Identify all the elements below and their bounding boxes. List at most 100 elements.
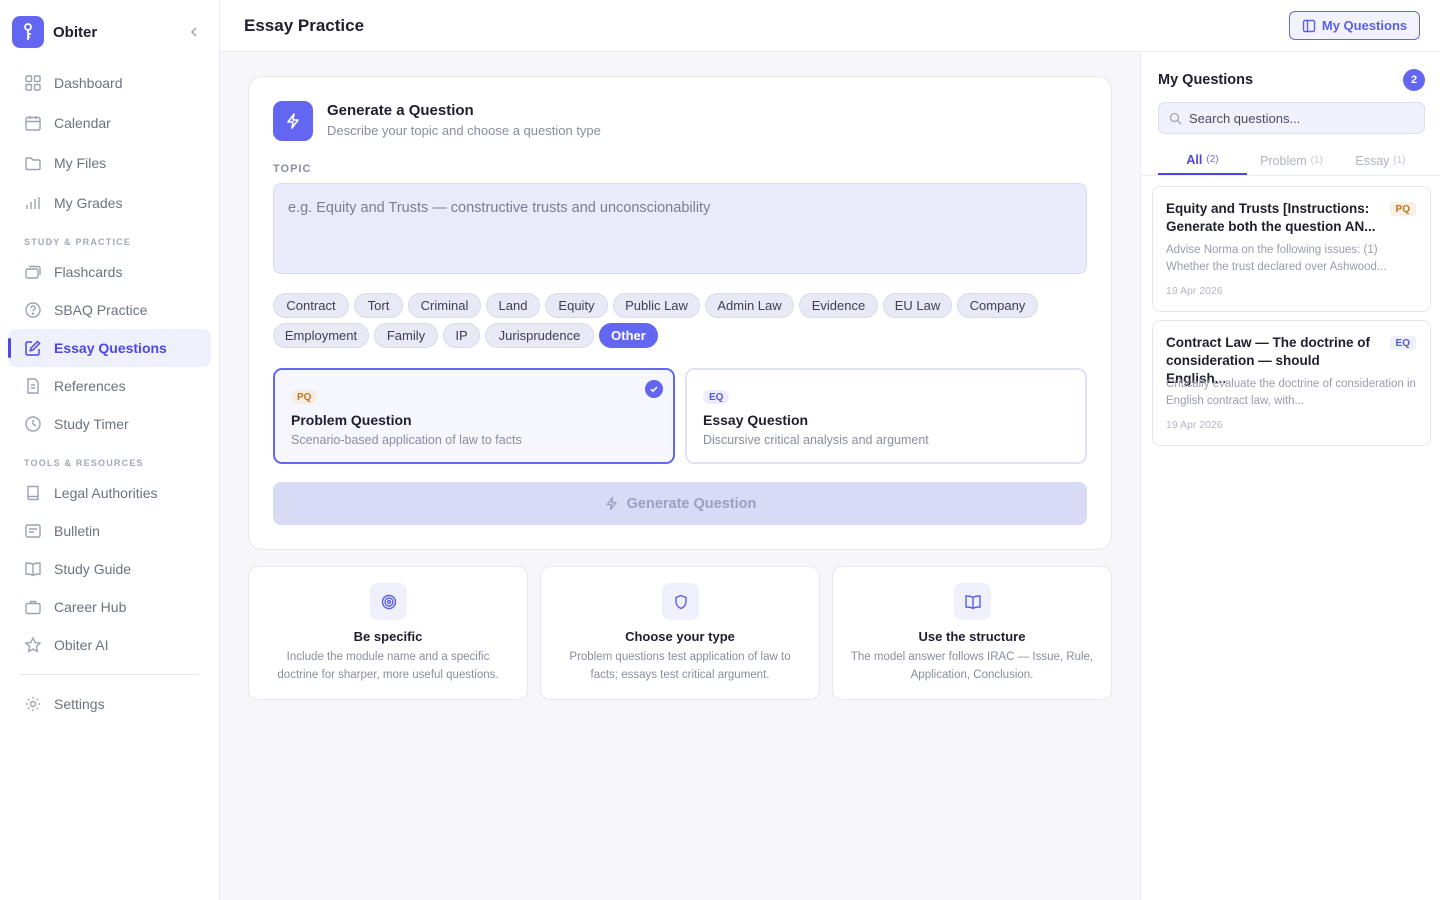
question-card[interactable]: Contract Law — The doctrine of considera… [1152,320,1431,446]
topic-label: TOPIC [273,163,312,175]
pq-badge: PQ [291,390,318,404]
sidebar-item-my-files[interactable]: My Files [8,144,211,182]
chip-ip[interactable]: IP [443,323,480,348]
gear-icon [24,695,42,713]
tab-label: Problem [1260,153,1307,168]
question-snippet: Advise Norma on the following issues: (1… [1166,244,1387,273]
type-subtitle: Discursive critical analysis and argumen… [703,433,929,447]
chip-contract[interactable]: Contract [273,293,349,318]
section-label-tools: TOOLS & RESOURCES [24,458,144,468]
search-input[interactable] [1189,103,1419,133]
generate-question-card: Generate a Question Describe your topic … [248,76,1112,550]
topbar: Essay Practice My Questions [220,0,1440,52]
page-title: Essay Practice [244,16,365,35]
question-date: 19 Apr 2026 [1166,285,1223,297]
star-icon [24,636,42,654]
generate-subtitle: Describe your topic and choose a questio… [327,123,601,138]
sidebar-item-bulletin[interactable]: Bulletin [8,512,211,550]
sidebar-divider [20,674,199,675]
sidebar-item-label: Career Hub [54,599,127,615]
sidebar-item-label: My Grades [54,195,123,211]
sidebar-item-label: Legal Authorities [54,485,158,501]
sidebar-item-label: Study Timer [54,416,129,432]
sidebar-item-sbaq-practice[interactable]: SBAQ Practice [8,291,211,329]
tab-label: All [1186,152,1203,167]
sidebar-item-label: Dashboard [54,75,123,91]
my-questions-label: My Questions [1321,18,1408,33]
folder-icon [24,154,42,172]
tab-count: (1) [1393,155,1406,166]
sidebar-item-label: Study Guide [54,561,132,577]
chip-evidence[interactable]: Evidence [799,293,878,318]
generate-question-button[interactable]: Generate Question [273,482,1087,525]
sidebar-item-label: Essay Questions [54,340,167,356]
tip-title: Choose your type [625,629,735,644]
my-questions-button[interactable]: My Questions [1289,11,1420,40]
chip-admin-law[interactable]: Admin Law [705,293,794,318]
sidebar-item-label: Calendar [54,115,111,131]
panel-title: My Questions [1158,72,1254,88]
sidebar-item-study-timer[interactable]: Study Timer [8,405,211,443]
sidebar-item-label: My Files [54,155,107,171]
question-title: Equity and Trusts [Instructions: Generat… [1166,201,1376,234]
question-circle-icon [24,301,42,319]
chip-equity[interactable]: Equity [545,293,608,318]
sidebar-item-calendar[interactable]: Calendar [8,104,211,142]
tip-text: Include the module name and a specific d… [277,651,499,681]
sidebar-item-settings[interactable]: Settings [8,685,211,723]
check-icon [645,380,663,398]
topic-input[interactable] [273,183,1087,274]
sidebar-item-label: Settings [54,696,105,712]
sidebar-item-label: SBAQ Practice [54,302,148,318]
book-icon [24,484,42,502]
question-filter-tabs: All (2) Problem (1) Essay (1) [1158,146,1425,176]
chip-other[interactable]: Other [599,323,658,348]
clock-icon [24,415,42,433]
edit-icon [24,339,42,357]
tab-label: Essay [1355,153,1390,168]
calendar-icon [24,114,42,132]
sidebar-item-references[interactable]: References [8,367,211,405]
sidebar-item-flashcards[interactable]: Flashcards [8,253,211,291]
type-card-problem-question[interactable]: PQ Problem Question Scenario-based appli… [273,368,675,464]
sidebar-item-legal-authorities[interactable]: Legal Authorities [8,474,211,512]
chip-land[interactable]: Land [486,293,540,318]
question-date: 19 Apr 2026 [1166,419,1223,431]
chip-employment[interactable]: Employment [273,323,369,348]
chip-company[interactable]: Company [957,293,1038,318]
lightning-icon [605,496,617,511]
chevron-left-icon[interactable] [186,24,202,40]
type-title: Problem Question [291,412,412,428]
grid-icon [24,74,42,92]
chip-public-law[interactable]: Public Law [613,293,700,318]
tab-all[interactable]: All (2) [1158,146,1247,175]
search-icon [1169,112,1182,125]
chip-jurisprudence[interactable]: Jurisprudence [485,323,594,348]
type-card-essay-question[interactable]: EQ Essay Question Discursive critical an… [685,368,1087,464]
chip-family[interactable]: Family [374,323,438,348]
eq-badge: EQ [703,390,730,404]
brand[interactable]: Obiter [12,16,208,48]
open-book-icon [24,560,42,578]
sidebar-item-career-hub[interactable]: Career Hub [8,588,211,626]
sidebar-item-essay-questions[interactable]: Essay Questions [8,329,211,367]
chip-tort[interactable]: Tort [354,293,403,318]
sidebar-item-study-guide[interactable]: Study Guide [8,550,211,588]
tab-problem[interactable]: Problem (1) [1247,146,1336,175]
tab-essay[interactable]: Essay (1) [1336,146,1425,175]
open-book-icon [954,583,991,620]
question-card[interactable]: Equity and Trusts [Instructions: Generat… [1152,186,1431,312]
tip-text: The model answer follows IRAC — Issue, R… [850,651,1094,681]
target-icon [370,583,407,620]
chip-criminal[interactable]: Criminal [408,293,481,318]
chip-eu-law[interactable]: EU Law [883,293,952,318]
sidebar-item-obiter-ai[interactable]: Obiter AI [8,626,211,664]
cards-icon [24,263,42,281]
generate-title: Generate a Question [327,102,474,119]
sidebar: Obiter Dashboard Calendar My Files My Gr… [0,0,220,900]
sidebar-item-dashboard[interactable]: Dashboard [8,64,211,102]
generate-button-label: Generate Question [626,495,757,512]
sidebar-item-my-grades[interactable]: My Grades [8,184,211,222]
type-subtitle: Scenario-based application of law to fac… [291,433,522,447]
tip-title: Use the structure [918,629,1026,644]
